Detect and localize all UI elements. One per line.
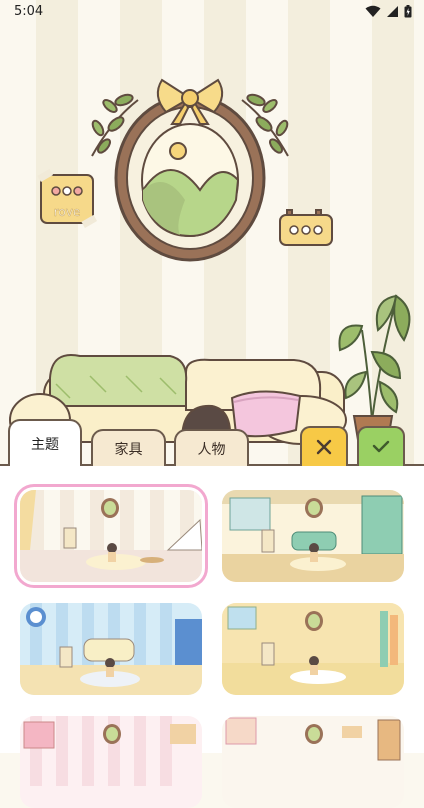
theme-card[interactable] [20,716,202,808]
tab-characters[interactable]: 人物 [174,429,249,466]
battery-icon [404,5,412,18]
tab-furniture[interactable]: 家具 [91,429,166,466]
sign-text: rove [54,205,81,219]
theme-card[interactable] [222,490,404,582]
theme-card[interactable] [222,716,404,808]
theme-preview [222,716,404,808]
theme-preview [20,603,202,695]
room-scene: rove [0,0,424,465]
confirm-button[interactable] [357,426,405,466]
wall-sign-right [279,209,333,246]
status-bar: 5:04 [0,0,424,24]
wall-sign-left: rove [37,168,98,228]
tab-characters-label: 人物 [197,441,226,458]
signal-icon [387,6,398,17]
theme-preview [222,603,404,695]
theme-panel [0,464,424,808]
wifi-icon [365,5,381,17]
theme-preview [20,716,202,808]
check-icon [372,440,390,453]
tab-theme-label: 主题 [31,436,59,453]
oval-picture-frame [114,94,266,262]
theme-preview [20,490,202,582]
theme-card[interactable] [20,603,202,695]
tab-bar: 主题 家具 人物 [0,416,424,466]
x-icon [316,439,332,455]
tab-theme[interactable]: 主题 [8,419,82,466]
theme-card[interactable] [222,603,404,695]
status-time: 5:04 [14,4,44,19]
theme-card[interactable] [20,490,202,582]
theme-preview [222,490,404,582]
cancel-button[interactable] [300,426,348,466]
tab-furniture-label: 家具 [114,441,143,458]
